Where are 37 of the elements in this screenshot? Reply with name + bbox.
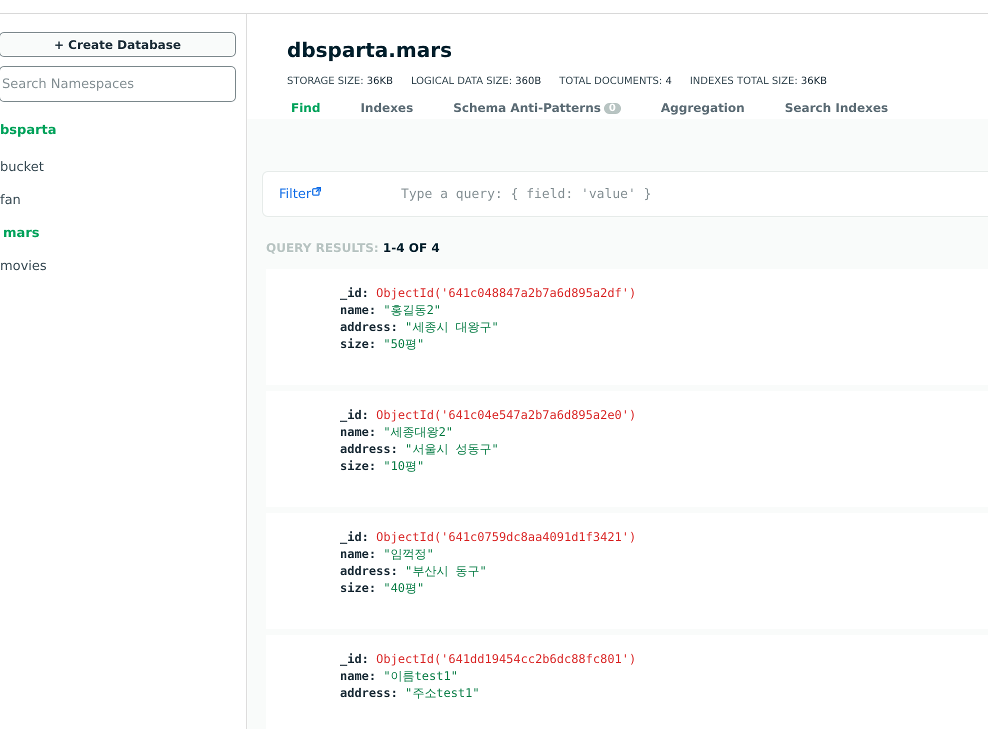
document-field: address: "세종시 대왕구" (340, 319, 988, 336)
collection-item[interactable]: bucket (0, 151, 246, 184)
document-field: address: "서울시 성동구" (340, 441, 988, 458)
collection-item[interactable]: mars (0, 217, 246, 250)
document-field: address: "주소test1" (340, 685, 988, 702)
document-field: address: "부산시 동구" (340, 563, 988, 580)
stat-text: LOGICAL DATA SIZE: 360B (410, 76, 542, 87)
tab[interactable]: Find (277, 97, 338, 119)
document-field: size: "50평" (340, 336, 988, 353)
document-field: _id: ObjectId('641c04e547a2b7a6d895a2e0') (340, 407, 988, 424)
database-item[interactable]: bsparta (0, 114, 246, 147)
tab[interactable]: Indexes (346, 97, 432, 119)
stat-text: INDEXES TOTAL SIZE: 36KB (690, 76, 828, 87)
external-link-icon (312, 186, 322, 196)
document-field: _id: ObjectId('641c0759dc8aa4091d1f3421') (340, 529, 988, 546)
document-field: name: "이름test1" (340, 668, 988, 685)
document-field: name: "임꺽정" (340, 546, 988, 563)
tab[interactable]: Schema Anti-Patterns 0 (439, 97, 639, 119)
query-results-text: QUERY RESULTS: 1-4 OF 4 (266, 241, 441, 255)
stat-text: TOTAL DOCUMENTS: 4 (559, 76, 672, 87)
document-field: _id: ObjectId('641dd19454cc2b6dc88fc801') (340, 651, 988, 668)
filter-link[interactable]: Filter (279, 186, 312, 202)
document-field: name: "세종대왕2" (340, 424, 988, 441)
tab[interactable]: Search Indexes (770, 97, 906, 119)
search-namespaces-field[interactable]: Search Namespaces (0, 66, 236, 102)
collection-title: dbsparta.mars (287, 38, 453, 62)
tab[interactable]: Aggregation (646, 97, 763, 119)
document-field: _id: ObjectId('641c048847a2b7a6d895a2df') (340, 285, 988, 302)
create-database-button[interactable]: + Create Database (0, 32, 236, 57)
collection-item[interactable]: fan (0, 184, 246, 217)
document-field: size: "10평" (340, 458, 988, 475)
document-field: size: "40평" (340, 580, 988, 597)
stat-text: STORAGE SIZE: 36KB (287, 76, 393, 87)
count-badge: 0 (604, 102, 621, 114)
collection-item[interactable]: movies (0, 250, 246, 283)
query-input-field[interactable]: Type a query: { field: 'value' } (399, 186, 803, 202)
document-field: name: "홍길동2" (340, 302, 988, 319)
